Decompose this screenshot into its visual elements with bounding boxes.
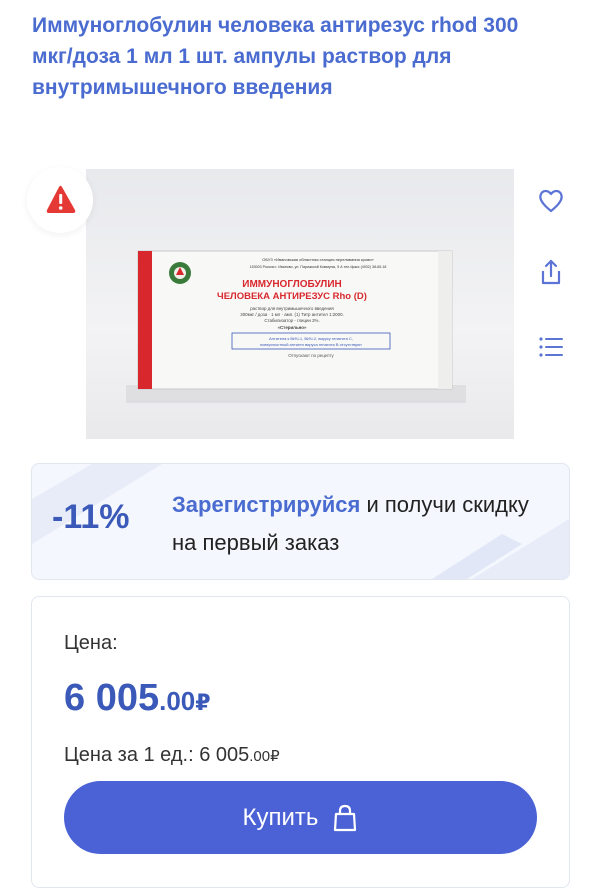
unit-price-decimal: .00 [249, 748, 271, 765]
share-button[interactable] [536, 257, 566, 287]
box-footer: Отпускают по рецепту [288, 353, 334, 358]
box-desc-line1: раствор для внутримышечного введения [250, 306, 334, 311]
unit-price: Цена за 1 ед.: 6 005.00₽ [64, 744, 280, 767]
box-note-line2: поверхностный антиген вируса гепатита В … [260, 342, 362, 347]
box-desc-line4: «Стерильно» [278, 325, 307, 330]
list-button[interactable] [536, 332, 566, 362]
box-title-line2: ЧЕЛОВЕКА АНТИРЕЗУС Rho (D) [217, 291, 367, 302]
buy-button-label: Купить [242, 803, 319, 831]
price-integer: 6 005 [64, 677, 160, 719]
share-icon [541, 259, 561, 285]
unit-price-currency: ₽ [270, 748, 280, 765]
price-label: Цена: [64, 632, 118, 654]
warning-icon [46, 185, 76, 213]
box-note-line1: Антитела к ВИЧ-1, ВИЧ-2, вирусу гепатита… [269, 336, 353, 341]
unit-price-label: Цена за 1 ед.: 6 005 [64, 744, 250, 766]
product-image[interactable]: ОБУЗ «Ивановская областная станция перел… [86, 169, 514, 439]
shopping-bag-icon [334, 804, 357, 831]
register-link[interactable]: Зарегистрируйся [172, 492, 360, 517]
box-title-line1: ИММУНОГЛОБУЛИН [242, 279, 342, 290]
box-header-line2: 153003 Россия г. Иваново, ул. Парижской … [250, 265, 387, 269]
favorite-button[interactable] [536, 185, 566, 215]
product-title: Иммуноглобулин человека антирезус rhod 3… [32, 14, 519, 99]
price-currency: ₽ [195, 690, 211, 715]
box-header-line1: ОБУЗ «Ивановская областная станция перел… [262, 257, 374, 262]
buy-button[interactable]: Купить [64, 781, 537, 854]
discount-value: -11% [52, 498, 130, 536]
list-icon [539, 337, 563, 357]
price-decimal: .00 [159, 686, 196, 716]
price-card: Цена: 6 005.00₽ Цена за 1 ед.: 6 005.00₽… [31, 596, 570, 888]
price-value: 6 005.00₽ [64, 677, 211, 720]
promo-banner[interactable]: -11% Зарегистрируйся и получи скидку на … [31, 463, 570, 580]
box-desc-line2: 300мкг / доза · 1 мл · амп. (1) Титр ант… [240, 312, 343, 317]
product-box-illustration: ОБУЗ «Ивановская областная станция перел… [126, 250, 466, 403]
warning-badge[interactable] [27, 167, 93, 233]
heart-icon [539, 189, 563, 213]
box-desc-line3: Стабилизатор - глицин 2%. [264, 318, 319, 323]
promo-text: Зарегистрируйся и получи скидку на первы… [172, 486, 552, 562]
